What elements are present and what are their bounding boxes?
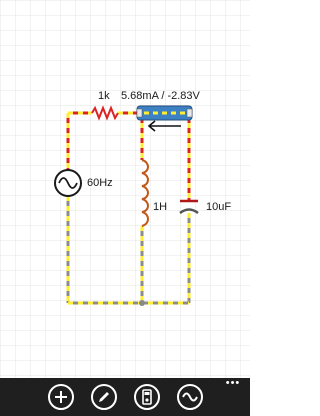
meter-reading: 5.68mA / -2.83V	[121, 90, 200, 102]
circuit-canvas[interactable]: 1k 5.68mA / -2.83V 60Hz 1H 10uF	[0, 0, 250, 378]
capacitor-label: 10uF	[206, 201, 232, 213]
resistor-label: 1k	[98, 90, 110, 102]
inductor-label: 1H	[153, 201, 168, 213]
source-frequency-label: 60Hz	[87, 177, 113, 189]
junction-node[interactable]	[139, 300, 145, 306]
plus-circle-icon	[48, 384, 74, 410]
circuit-diagram[interactable]	[0, 0, 250, 378]
add-button[interactable]	[46, 382, 76, 412]
grid-background	[0, 0, 250, 378]
edit-button[interactable]	[89, 382, 119, 412]
more-options-button[interactable]: •••	[222, 378, 244, 392]
source-button[interactable]	[175, 382, 205, 412]
ac-source-symbol[interactable]	[54, 169, 82, 197]
multimeter-circle-icon	[134, 384, 160, 410]
sine-wave-circle-icon	[177, 384, 203, 410]
meter-button[interactable]	[132, 382, 162, 412]
app-bar: •••	[0, 378, 250, 416]
ammeter-probe[interactable]	[136, 105, 193, 121]
pencil-circle-icon	[91, 384, 117, 410]
app-window: 1k 5.68mA / -2.83V 60Hz 1H 10uF •••	[0, 0, 250, 416]
